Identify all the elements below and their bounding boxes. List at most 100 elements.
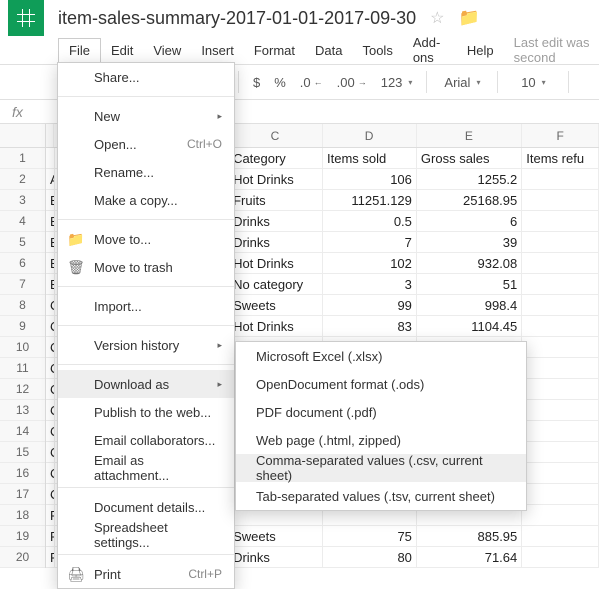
cell[interactable]: E (46, 274, 55, 295)
submenu-item[interactable]: Microsoft Excel (.xlsx) (236, 342, 526, 370)
cell[interactable] (522, 526, 599, 547)
column-header[interactable]: C (228, 124, 322, 147)
font-size-dropdown[interactable]: 10 (506, 71, 560, 94)
row-header[interactable]: 18 (0, 505, 45, 526)
row-header[interactable]: 5 (0, 232, 45, 253)
cell[interactable] (522, 463, 599, 484)
cell[interactable]: A (46, 169, 55, 190)
menu-item-share[interactable]: Share... (58, 63, 234, 91)
cell[interactable]: C (46, 442, 55, 463)
cell[interactable]: 0.5 (323, 211, 417, 232)
cell[interactable]: E (46, 211, 55, 232)
cell[interactable] (522, 337, 599, 358)
cell[interactable]: 1255.2 (417, 169, 522, 190)
cell[interactable]: C (46, 316, 55, 337)
menu-edit[interactable]: Edit (101, 39, 143, 62)
cell[interactable]: Sweets (229, 526, 323, 547)
cell[interactable] (522, 316, 599, 337)
cell[interactable]: E (46, 253, 55, 274)
cell[interactable]: No category (229, 274, 323, 295)
menu-item-email-attachment[interactable]: Email as attachment... (58, 454, 234, 482)
format-percent-button[interactable]: % (268, 71, 292, 94)
cell[interactable] (522, 295, 599, 316)
menu-item-print[interactable]: 🖨PrintCtrl+P (58, 560, 234, 588)
cell[interactable]: Drinks (229, 232, 323, 253)
cell[interactable]: C (46, 337, 55, 358)
number-format-dropdown[interactable]: 123 (375, 71, 419, 94)
row-header[interactable]: 10 (0, 337, 45, 358)
submenu-item[interactable]: Tab-separated values (.tsv, current shee… (236, 482, 526, 510)
menu-item-publish[interactable]: Publish to the web... (58, 398, 234, 426)
submenu-item[interactable]: PDF document (.pdf) (236, 398, 526, 426)
cell[interactable] (522, 232, 599, 253)
cell[interactable] (522, 547, 599, 568)
font-family-dropdown[interactable]: Arial (435, 71, 489, 94)
submenu-item[interactable]: Comma-separated values (.csv, current sh… (236, 454, 526, 482)
row-header[interactable]: 3 (0, 190, 45, 211)
cell[interactable]: Fruits (229, 190, 323, 211)
cell[interactable]: 83 (323, 316, 417, 337)
submenu-item[interactable]: Web page (.html, zipped) (236, 426, 526, 454)
cell[interactable]: C (46, 358, 55, 379)
submenu-item[interactable]: OpenDocument format (.ods) (236, 370, 526, 398)
decrease-decimal-button[interactable]: .0← (294, 71, 329, 94)
cell[interactable]: F (46, 505, 55, 526)
menu-tools[interactable]: Tools (352, 39, 402, 62)
cell[interactable]: C (46, 400, 55, 421)
row-header[interactable]: 15 (0, 442, 45, 463)
menu-item-import[interactable]: Import... (58, 292, 234, 320)
column-header[interactable] (46, 124, 54, 147)
cell[interactable]: 11251.129 (323, 190, 417, 211)
row-header[interactable]: 7 (0, 274, 45, 295)
row-header[interactable]: 20 (0, 547, 45, 568)
cell[interactable]: Sweets (229, 295, 323, 316)
row-header[interactable]: 16 (0, 463, 45, 484)
cell[interactable]: F (46, 526, 55, 547)
cell[interactable] (522, 190, 599, 211)
cell[interactable]: C (46, 463, 55, 484)
cell[interactable]: C (46, 484, 55, 505)
cell[interactable] (522, 211, 599, 232)
cell[interactable]: 99 (323, 295, 417, 316)
cell[interactable]: 106 (323, 169, 417, 190)
header-cell[interactable]: Items refu (522, 148, 599, 169)
sheets-app-icon[interactable] (8, 0, 44, 36)
menu-item-rename[interactable]: Rename... (58, 158, 234, 186)
cell[interactable]: 25168.95 (417, 190, 522, 211)
row-header[interactable]: 11 (0, 358, 45, 379)
cell[interactable]: Hot Drinks (229, 253, 323, 274)
cell[interactable] (522, 253, 599, 274)
menu-item-new[interactable]: New▸ (58, 102, 234, 130)
menu-item-spreadsheet-settings[interactable]: Spreadsheet settings... (58, 521, 234, 549)
header-cell[interactable] (46, 148, 55, 169)
cell[interactable] (522, 484, 599, 505)
cell[interactable]: Hot Drinks (229, 316, 323, 337)
column-header[interactable]: D (323, 124, 417, 147)
cell[interactable]: C (46, 379, 55, 400)
menu-item-move-to[interactable]: 📁Move to... (58, 225, 234, 253)
cell[interactable]: 80 (323, 547, 417, 568)
increase-decimal-button[interactable]: .00→ (331, 71, 373, 94)
star-icon[interactable]: ☆ (430, 8, 444, 28)
cell[interactable]: 998.4 (417, 295, 522, 316)
row-header[interactable]: 6 (0, 253, 45, 274)
cell[interactable]: C (46, 295, 55, 316)
header-cell[interactable]: Items sold (323, 148, 417, 169)
menu-item-move-to-trash[interactable]: 🗑Move to trash (58, 253, 234, 281)
cell[interactable]: Drinks (229, 547, 323, 568)
cell[interactable]: 71.64 (417, 547, 522, 568)
menu-view[interactable]: View (143, 39, 191, 62)
cell[interactable]: 932.08 (417, 253, 522, 274)
cell[interactable]: 51 (417, 274, 522, 295)
row-header[interactable]: 17 (0, 484, 45, 505)
row-header[interactable]: 14 (0, 421, 45, 442)
cell[interactable]: 885.95 (417, 526, 522, 547)
menu-format[interactable]: Format (244, 39, 305, 62)
cell[interactable]: 39 (417, 232, 522, 253)
cell[interactable] (522, 379, 599, 400)
menu-item-document-details[interactable]: Document details... (58, 493, 234, 521)
cell[interactable]: 75 (323, 526, 417, 547)
menu-file[interactable]: File (58, 38, 101, 62)
select-all-corner[interactable] (0, 124, 45, 148)
cell[interactable]: 7 (323, 232, 417, 253)
